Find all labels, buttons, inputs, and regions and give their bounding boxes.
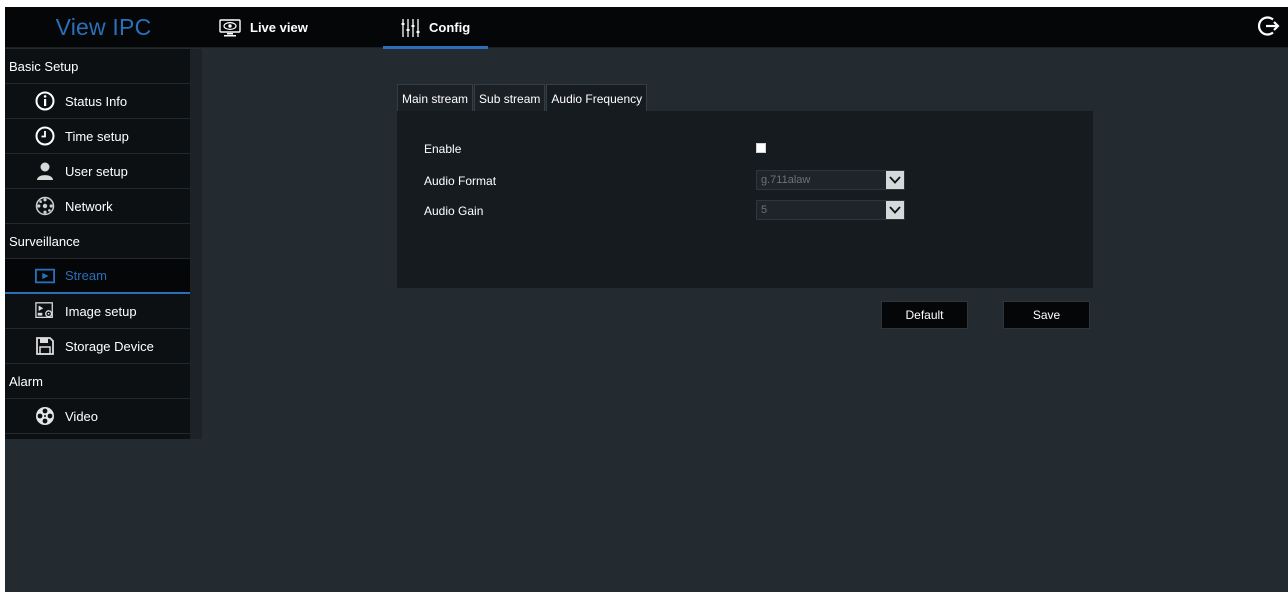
sidebar-item-label: Storage Device (65, 338, 154, 354)
audio-gain-select[interactable]: 5 (756, 200, 905, 220)
app-window: View IPC Live view Config Basic Setup St… (5, 7, 1288, 592)
network-icon (35, 196, 55, 216)
image-settings-icon (35, 301, 55, 321)
floppy-icon (35, 336, 55, 356)
sidebar-section-surveillance: Surveillance (5, 224, 190, 259)
sidebar-item-label: User setup (65, 163, 128, 179)
nav-tab-config-label: Config (429, 20, 471, 35)
sidebar-item-status-info[interactable]: Status Info (5, 84, 190, 119)
stream-tabs: Main stream Sub stream Audio Frequency (397, 84, 648, 112)
sidebar-item-label: Time setup (65, 128, 129, 144)
logout-icon (1257, 14, 1281, 41)
audio-format-select[interactable]: g.711alaw (756, 170, 905, 190)
sidebar-item-network[interactable]: Network (5, 189, 190, 224)
sidebar-scrollbar[interactable] (190, 49, 202, 439)
sidebar-item-label: Stream (65, 268, 107, 283)
top-bar: View IPC Live view Config (5, 7, 1288, 49)
nav-tab-live-view-label: Live view (250, 20, 308, 35)
enable-checkbox[interactable] (756, 143, 766, 153)
tab-sub-stream[interactable]: Sub stream (474, 84, 546, 112)
nav-tab-live-view[interactable]: Live view (202, 7, 362, 48)
sidebar-item-stream[interactable]: Stream (5, 259, 202, 294)
sidebar-item-storage-device[interactable]: Storage Device (5, 329, 190, 364)
sidebar-item-video[interactable]: Video (5, 399, 190, 434)
play-icon (35, 266, 55, 286)
user-icon (35, 161, 55, 181)
sidebar-item-label: Status Info (65, 93, 128, 109)
audio-gain-value: 5 (761, 204, 768, 216)
sliders-icon (400, 18, 420, 38)
audio-format-value: g.711alaw (761, 174, 811, 186)
tab-main-stream[interactable]: Main stream (397, 84, 474, 112)
sidebar-item-time-setup[interactable]: Time setup (5, 119, 190, 154)
sidebar-item-image-setup[interactable]: Image setup (5, 294, 190, 329)
chevron-down-icon[interactable] (886, 201, 904, 219)
info-icon (35, 91, 55, 111)
clock-icon (35, 126, 55, 146)
logout-button[interactable] (1250, 7, 1288, 48)
audio-format-label: Audio Format (424, 174, 497, 188)
sidebar-section-basic-setup: Basic Setup (5, 49, 190, 84)
nav-tab-config[interactable]: Config (383, 7, 488, 49)
sidebar-item-label: Image setup (65, 303, 137, 319)
tab-audio-frequency[interactable]: Audio Frequency (546, 84, 648, 112)
monitor-eye-icon (219, 18, 241, 37)
chevron-down-icon[interactable] (886, 171, 904, 189)
film-reel-icon (35, 406, 55, 426)
audio-settings-panel: Enable Audio Format g.711alaw Audio Gain… (397, 111, 1093, 288)
app-logo: View IPC (55, 14, 152, 40)
audio-gain-label: Audio Gain (424, 204, 484, 218)
sidebar-item-label: Video (65, 408, 99, 424)
sidebar-item-label: Network (65, 198, 113, 214)
sidebar-item-user-setup[interactable]: User setup (5, 154, 190, 189)
sidebar: Basic Setup Status Info Time setup User … (5, 49, 202, 439)
enable-label: Enable (424, 142, 462, 156)
sidebar-section-alarm: Alarm (5, 364, 190, 399)
default-button[interactable]: Default (881, 301, 968, 329)
save-button[interactable]: Save (1003, 301, 1090, 329)
